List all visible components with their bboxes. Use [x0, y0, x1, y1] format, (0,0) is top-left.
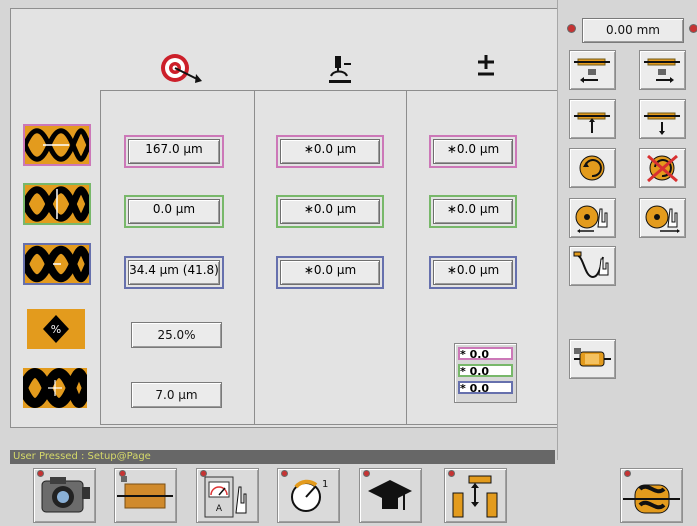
plus-minus-icon [473, 52, 499, 80]
meter-button[interactable]: A [196, 468, 259, 523]
roller-led [625, 471, 630, 476]
meter-led [201, 471, 206, 476]
row2-col2-frame: ∗0.0 µm [276, 195, 384, 228]
row3-col2-value[interactable]: ∗0.0 µm [280, 260, 380, 285]
width-pattern-icon[interactable] [21, 243, 93, 285]
dial-led [282, 471, 287, 476]
graduation-cap-button[interactable] [359, 468, 422, 523]
row1-col2-value[interactable]: ∗0.0 µm [280, 139, 380, 164]
align-led [449, 471, 454, 476]
row2-col1-value[interactable]: 0.0 µm [128, 199, 220, 224]
status-bar: User Pressed : Setup@Page [10, 450, 555, 464]
move-down-button[interactable] [639, 99, 686, 139]
percent-icon[interactable]: % [27, 309, 85, 349]
row1-col1-frame: 167.0 µm [124, 135, 224, 168]
svg-text:%: % [51, 323, 61, 336]
material-led [120, 471, 125, 476]
roller-tool-button[interactable] [569, 339, 616, 379]
roll-right-button[interactable] [639, 198, 686, 238]
row3-col3-value[interactable]: ∗0.0 µm [433, 260, 513, 285]
row2-col3-frame: ∗0.0 µm [429, 195, 517, 228]
move-left-button[interactable] [569, 50, 616, 90]
svg-text:1: 1 [322, 479, 328, 490]
dial-button[interactable]: 1 [277, 468, 340, 523]
roll-left-button[interactable] [569, 198, 616, 238]
row1-col1-value[interactable]: 167.0 µm [128, 139, 220, 164]
summary-blue-value: * 0.0 [458, 381, 513, 394]
adjust-pattern-icon[interactable] [18, 368, 92, 408]
summary-pink-value: * 0.0 [458, 347, 513, 360]
overlap-pattern-icon[interactable] [21, 183, 93, 225]
percent-value-button[interactable]: 25.0% [131, 322, 222, 348]
target-icon [157, 50, 209, 92]
row3-col3-frame: ∗0.0 µm [429, 256, 517, 289]
rotate-button[interactable] [569, 148, 616, 188]
bottom-value-button[interactable]: 7.0 µm [131, 382, 222, 408]
row3-col2-frame: ∗0.0 µm [276, 256, 384, 289]
zoom-value-button[interactable]: 0.00 mm [582, 18, 684, 43]
row3-col1-frame: 34.4 µm (41.8) [124, 256, 224, 289]
row2-col3-value[interactable]: ∗0.0 µm [433, 199, 513, 224]
status-led-right [690, 25, 697, 32]
cap-led [364, 471, 369, 476]
row3-col1-value[interactable]: 34.4 µm (41.8) [128, 260, 220, 285]
roller-view-button[interactable] [620, 468, 683, 523]
material-button[interactable] [114, 468, 177, 523]
move-up-button[interactable] [569, 99, 616, 139]
camera-button[interactable] [33, 468, 96, 523]
row1-col2-frame: ∗0.0 µm [276, 135, 384, 168]
microscope-icon [323, 52, 357, 86]
align-tool-button[interactable] [444, 468, 507, 523]
row1-col3-frame: ∗0.0 µm [429, 135, 517, 168]
rotate-disabled-button[interactable] [639, 148, 686, 188]
summary-green-value: * 0.0 [458, 364, 513, 377]
camera-led [38, 471, 43, 476]
summary-box: * 0.0 * 0.0 * 0.0 [454, 343, 517, 403]
row2-col1-frame: 0.0 µm [124, 195, 224, 228]
row1-col3-value[interactable]: ∗0.0 µm [433, 139, 513, 164]
svg-text:A: A [216, 504, 223, 514]
row2-col2-value[interactable]: ∗0.0 µm [280, 199, 380, 224]
spacing-pattern-icon[interactable] [22, 124, 92, 166]
status-led-left [568, 25, 575, 32]
move-right-button[interactable] [639, 50, 686, 90]
path-adjust-button[interactable] [569, 246, 616, 286]
